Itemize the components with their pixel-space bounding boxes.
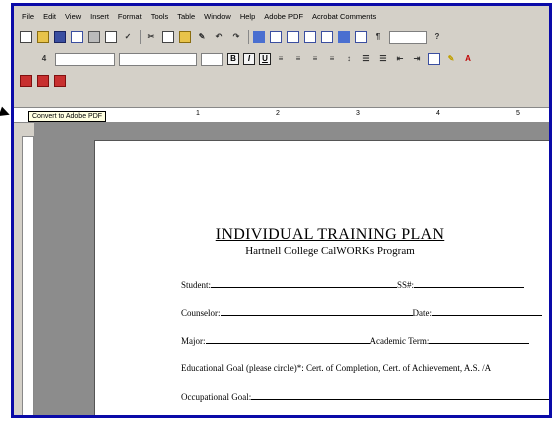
menu-edit[interactable]: Edit <box>43 12 56 21</box>
print-icon[interactable] <box>88 31 100 43</box>
student-line <box>211 279 398 288</box>
toolbar-separator <box>248 30 249 44</box>
menu-insert[interactable]: Insert <box>90 12 109 21</box>
italic-button[interactable]: I <box>243 53 255 65</box>
save-icon[interactable] <box>54 31 66 43</box>
underline-button[interactable]: U <box>259 53 271 65</box>
align-right-icon[interactable]: ≡ <box>309 53 321 65</box>
term-line <box>429 335 530 344</box>
decrease-indent-icon[interactable]: ⇤ <box>394 53 406 65</box>
style-combo[interactable] <box>55 52 115 66</box>
menu-tools[interactable]: Tools <box>151 12 169 21</box>
menu-file[interactable]: File <box>22 12 34 21</box>
show-hide-icon[interactable]: ¶ <box>372 31 384 43</box>
insert-table-icon[interactable] <box>287 31 299 43</box>
justify-icon[interactable]: ≡ <box>326 53 338 65</box>
columns-icon[interactable] <box>321 31 333 43</box>
menu-view[interactable]: View <box>65 12 81 21</box>
pointer-arrow-icon <box>0 106 12 120</box>
spelling-icon[interactable]: ✓ <box>122 31 134 43</box>
counselor-row: Counselor: Date: <box>181 307 542 318</box>
cut-icon[interactable]: ✂ <box>145 31 157 43</box>
occupational-line <box>251 391 549 400</box>
border-icon[interactable] <box>428 53 440 65</box>
align-center-icon[interactable]: ≡ <box>292 53 304 65</box>
increase-indent-icon[interactable]: ⇥ <box>411 53 423 65</box>
new-document-icon[interactable] <box>20 31 32 43</box>
numbering-icon[interactable]: ☰ <box>360 53 372 65</box>
font-name-combo[interactable] <box>119 52 197 66</box>
bullets-icon[interactable]: ☰ <box>377 53 389 65</box>
tooltip: Convert to Adobe PDF <box>28 111 107 122</box>
convert-and-review-icon[interactable] <box>54 75 66 87</box>
line-spacing-icon[interactable]: ↕ <box>343 53 355 65</box>
align-left-icon[interactable]: ≡ <box>275 53 287 65</box>
bold-button[interactable]: B <box>227 53 239 65</box>
copy-icon[interactable] <box>162 31 174 43</box>
ruler-mark: 4 <box>436 110 440 117</box>
document-area: INDIVIDUAL TRAINING PLAN Hartnell Colleg… <box>34 122 549 415</box>
menu-bar: File Edit View Insert Format Tools Table… <box>14 6 549 27</box>
term-label: Academic Term: <box>369 336 430 346</box>
ss-line <box>414 279 525 288</box>
tables-borders-icon[interactable] <box>270 31 282 43</box>
document-map-icon[interactable] <box>355 31 367 43</box>
undo-icon[interactable]: ↶ <box>213 31 225 43</box>
menu-window[interactable]: Window <box>204 12 231 21</box>
zoom-combo[interactable] <box>389 30 427 44</box>
standard-toolbar: ✓ ✂ ✎ ↶ ↷ ¶ ? <box>14 27 549 47</box>
major-label: Major: <box>181 336 206 346</box>
student-label: Student: <box>181 280 212 290</box>
document-subtitle: Hartnell College CalWORKs Program <box>245 245 415 257</box>
document-title: INDIVIDUAL TRAINING PLAN <box>215 226 445 243</box>
ruler-mark: 3 <box>356 110 360 117</box>
permission-icon[interactable] <box>71 31 83 43</box>
ruler-mark: 5 <box>516 110 520 117</box>
menu-table[interactable]: Table <box>177 12 195 21</box>
drawing-icon[interactable] <box>338 31 350 43</box>
toolbar-separator <box>140 30 141 44</box>
formatting-toolbar: 4 B I U ≡ ≡ ≡ ≡ ↕ ☰ ☰ ⇤ ⇥ ✎ A <box>14 49 549 69</box>
ss-label: SS#: <box>397 280 415 290</box>
pdf-toolbar <box>14 72 549 90</box>
vertical-ruler[interactable] <box>22 136 34 415</box>
menu-format[interactable]: Format <box>118 12 142 21</box>
highlight-icon[interactable]: ✎ <box>445 53 457 65</box>
ruler-mark: 1 <box>196 110 200 117</box>
redo-icon[interactable]: ↷ <box>230 31 242 43</box>
convert-to-pdf-icon[interactable] <box>20 75 32 87</box>
styles-icon[interactable]: 4 <box>38 53 50 65</box>
word-window: File Edit View Insert Format Tools Table… <box>11 3 552 418</box>
font-color-icon[interactable]: A <box>462 53 474 65</box>
menu-acrobat-comments[interactable]: Acrobat Comments <box>312 12 376 21</box>
major-row: Major: Academic Term: <box>181 335 530 346</box>
counselor-label: Counselor: <box>181 308 221 318</box>
educational-goal: Educational Goal (please circle)*: Cert.… <box>181 363 492 373</box>
menu-help[interactable]: Help <box>240 12 255 21</box>
occupational-row: Occupational Goal: <box>181 391 549 402</box>
format-painter-icon[interactable]: ✎ <box>196 31 208 43</box>
date-line <box>432 307 542 316</box>
counselor-line <box>220 307 413 316</box>
ruler-mark: 2 <box>276 110 280 117</box>
insert-excel-icon[interactable] <box>304 31 316 43</box>
date-label: Date: <box>412 308 433 318</box>
open-folder-icon[interactable] <box>37 31 49 43</box>
major-line <box>205 335 370 344</box>
occupational-label: Occupational Goal: <box>181 392 252 402</box>
hyperlink-icon[interactable] <box>253 31 265 43</box>
font-size-combo[interactable] <box>201 52 223 66</box>
document-page[interactable]: INDIVIDUAL TRAINING PLAN Hartnell Colleg… <box>94 140 549 415</box>
student-row: Student: SS#: <box>181 279 525 290</box>
menu-adobe-pdf[interactable]: Adobe PDF <box>264 12 303 21</box>
paste-icon[interactable] <box>179 31 191 43</box>
help-icon[interactable]: ? <box>431 31 443 43</box>
print-preview-icon[interactable] <box>105 31 117 43</box>
convert-and-email-icon[interactable] <box>37 75 49 87</box>
